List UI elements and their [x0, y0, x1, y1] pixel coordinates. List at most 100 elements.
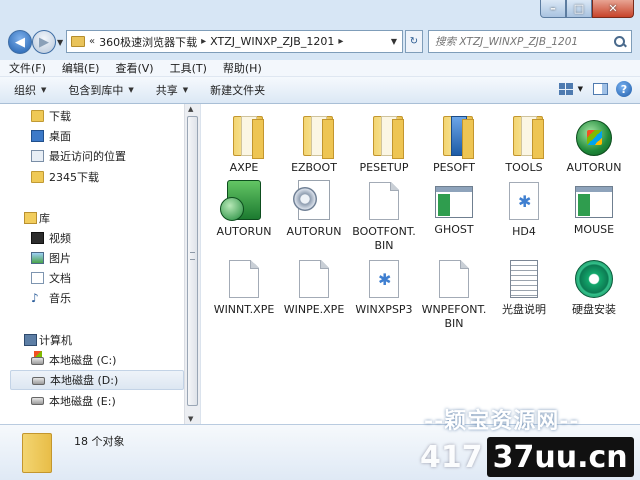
file-item[interactable]: WINNT.XPE — [209, 254, 279, 317]
sidebar-item-videos[interactable]: 视频 — [10, 228, 184, 248]
watermark-banner: --颖宝资源网-- — [424, 408, 580, 434]
file-item[interactable]: 光盘说明 — [489, 254, 559, 317]
file-icon — [369, 182, 399, 220]
chevron-down-icon[interactable]: ▼ — [578, 85, 583, 93]
forward-button[interactable]: ▶ — [32, 30, 56, 54]
chevron-down-icon: ▼ — [41, 86, 47, 94]
file-item[interactable]: 硬盘安装 — [559, 254, 629, 317]
breadcrumb-item[interactable]: 360极速浏览器下载 — [99, 34, 197, 50]
sidebar-item-2345-downloads[interactable]: 2345下载 — [10, 167, 184, 187]
folder-icon — [31, 171, 44, 183]
menu-bar: 文件(F) 编辑(E) 查看(V) 工具(T) 帮助(H) — [0, 60, 640, 77]
file-item[interactable]: HD4 — [489, 176, 559, 239]
help-icon[interactable]: ? — [616, 81, 632, 97]
menu-view[interactable]: 查看(V) — [115, 60, 153, 76]
search-input[interactable] — [435, 35, 615, 48]
autorun-ini-icon — [293, 180, 330, 220]
chevron-down-icon[interactable]: ▼ — [391, 37, 397, 46]
menu-tools[interactable]: 工具(T) — [170, 60, 207, 76]
folder-icon — [232, 116, 264, 159]
desktop-icon — [31, 130, 44, 142]
file-item[interactable]: AUTORUN — [279, 176, 349, 239]
include-in-library-button[interactable]: 包含到库中 ▼ — [68, 82, 133, 98]
file-icon — [439, 260, 469, 298]
command-bar: 组织 ▼ 包含到库中 ▼ 共享 ▼ 新建文件夹 ▼ ? — [0, 77, 640, 104]
sidebar-item-recent-places[interactable]: 最近访问的位置 — [10, 146, 184, 166]
nav-pane-scrollbar[interactable]: ▲ ▼ — [184, 104, 200, 424]
folder-icon — [372, 116, 404, 159]
address-row: ◀ ▶ ▼ « 360极速浏览器下载 ▸ XTZJ_WINXP_ZJB_1201… — [0, 24, 640, 60]
folder-icon — [71, 36, 85, 47]
chevron-right-icon[interactable]: ▸ — [201, 36, 206, 47]
sidebar-item-drive-c[interactable]: 本地磁盘 (C:) — [10, 350, 184, 370]
caption-buttons: – □ ✕ — [540, 0, 634, 20]
computer-icon — [24, 334, 37, 346]
window-icon — [575, 186, 613, 218]
sidebar-item-libraries[interactable]: 库 — [0, 208, 174, 228]
minimize-button[interactable]: – — [540, 0, 566, 18]
file-item[interactable]: WINXPSP3 — [349, 254, 419, 317]
drive-icon — [32, 377, 45, 385]
sidebar-item-documents[interactable]: 文档 — [10, 268, 184, 288]
file-icon — [299, 260, 329, 298]
file-item[interactable]: WNPEFONT.BIN — [419, 254, 489, 331]
sidebar-item-desktop[interactable]: 桌面 — [10, 126, 184, 146]
folder-icon — [442, 116, 474, 159]
refresh-button[interactable]: ↻ — [405, 30, 423, 53]
sidebar-item-pictures[interactable]: 图片 — [10, 248, 184, 268]
organize-button[interactable]: 组织 ▼ — [14, 82, 46, 98]
file-item[interactable]: TOOLS — [489, 112, 559, 175]
window-icon — [435, 186, 473, 218]
chevron-right-icon[interactable]: ▸ — [338, 36, 343, 47]
file-item[interactable]: WINPE.XPE — [279, 254, 349, 317]
folder-icon — [22, 433, 52, 473]
file-item[interactable]: MOUSE — [559, 176, 629, 237]
address-bar[interactable]: « 360极速浏览器下载 ▸ XTZJ_WINXP_ZJB_1201 ▸ ▼ — [66, 30, 403, 53]
menu-file[interactable]: 文件(F) — [9, 60, 46, 76]
maximize-button[interactable]: □ — [566, 0, 592, 18]
sidebar-item-drive-e[interactable]: 本地磁盘 (E:) — [10, 391, 184, 411]
file-item[interactable]: PESETUP — [349, 112, 419, 175]
autorun-app-icon — [220, 180, 261, 221]
file-item[interactable]: AUTORUN — [559, 112, 629, 175]
chevron-down-icon: ▼ — [128, 86, 134, 94]
breadcrumb-overflow[interactable]: « — [89, 36, 95, 47]
sidebar-item-drive-d[interactable]: 本地磁盘 (D:) — [10, 370, 184, 390]
file-item[interactable]: GHOST — [419, 176, 489, 237]
preview-pane-icon[interactable] — [593, 83, 608, 95]
menu-help[interactable]: 帮助(H) — [223, 60, 262, 76]
music-note-icon: ♪ — [31, 291, 39, 305]
scrollbar-thumb[interactable] — [187, 116, 198, 406]
share-button[interactable]: 共享 ▼ — [156, 82, 188, 98]
breadcrumb-item[interactable]: XTZJ_WINXP_ZJB_1201 — [210, 35, 334, 48]
sidebar-item-computer[interactable]: 计算机 — [0, 330, 174, 350]
autorun-exe-icon — [576, 120, 612, 156]
sidebar-item-music[interactable]: ♪ 音乐 — [10, 288, 184, 308]
item-count: 18 个对象 — [74, 435, 125, 448]
file-item[interactable]: AXPE — [209, 112, 279, 175]
file-item[interactable]: PESOFT — [419, 112, 489, 175]
setup-file-icon — [369, 260, 399, 298]
setup-file-icon — [509, 182, 539, 220]
chevron-down-icon: ▼ — [182, 86, 189, 94]
file-item[interactable]: AUTORUN — [209, 176, 279, 239]
file-list: AXPE EZBOOT PESETUP PESOFT TOOLS AUTORUN… — [200, 104, 640, 424]
video-icon — [31, 232, 44, 244]
close-button[interactable]: ✕ — [592, 0, 634, 18]
scroll-down-arrow-icon[interactable]: ▼ — [188, 415, 193, 423]
scroll-up-arrow-icon[interactable]: ▲ — [188, 105, 193, 113]
downloads-folder-icon — [31, 110, 44, 122]
recent-places-icon — [31, 150, 44, 162]
menu-edit[interactable]: 编辑(E) — [62, 60, 100, 76]
search-icon[interactable] — [614, 35, 626, 48]
file-item[interactable]: BOOTFONT.BIN — [349, 176, 419, 253]
recent-pages-dropdown[interactable]: ▼ — [57, 38, 63, 47]
view-options-icon[interactable] — [558, 83, 573, 95]
file-item[interactable]: EZBOOT — [279, 112, 349, 175]
sidebar-item-downloads[interactable]: 下载 — [10, 106, 184, 126]
search-box[interactable] — [428, 30, 632, 53]
back-button[interactable]: ◀ — [8, 30, 32, 54]
system-drive-icon — [31, 351, 44, 365]
arrow-left-icon: ◀ — [15, 34, 25, 50]
new-folder-button[interactable]: 新建文件夹 — [210, 82, 265, 98]
